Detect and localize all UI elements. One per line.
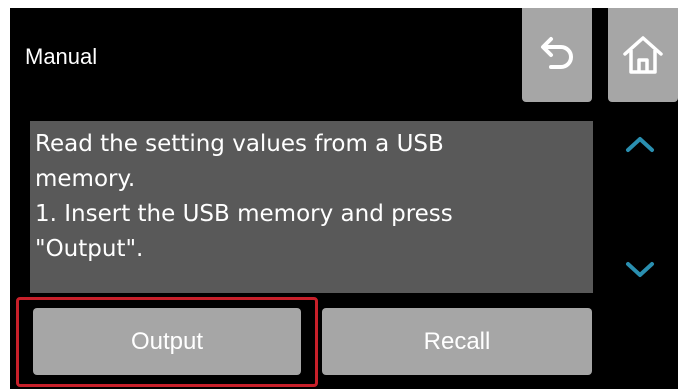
recall-button[interactable]: Recall xyxy=(322,308,592,375)
back-button[interactable] xyxy=(522,8,592,102)
chevron-up-icon xyxy=(626,137,654,152)
home-icon xyxy=(623,36,663,74)
scroll-up-button[interactable] xyxy=(618,130,662,158)
home-button[interactable] xyxy=(608,8,678,102)
output-button[interactable]: Output xyxy=(33,308,301,375)
device-screen: Manual Read the setting values from a US… xyxy=(10,8,678,389)
message-text-box: Read the setting values from a USB memor… xyxy=(30,121,593,293)
back-arrow-icon xyxy=(541,37,573,69)
chevron-down-icon xyxy=(626,262,654,277)
scroll-down-button[interactable] xyxy=(618,256,662,284)
page-title: Manual xyxy=(25,44,98,69)
